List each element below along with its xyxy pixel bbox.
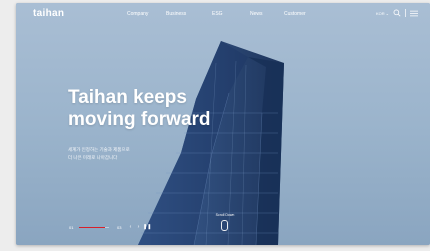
nav-item-company[interactable]: Company <box>127 11 148 17</box>
slider-next-button[interactable]: › <box>135 224 142 231</box>
search-icon[interactable] <box>393 9 401 17</box>
hamburger-menu-icon[interactable] <box>410 10 418 17</box>
slider-total-count: 03 <box>117 225 122 230</box>
slider-current-index: 01 <box>69 225 74 230</box>
chevron-right-icon: › <box>137 224 140 230</box>
taihan-logo[interactable]: taihan <box>33 8 64 19</box>
slider-progress-track <box>79 227 109 228</box>
scroll-down-label: Scroll Down <box>215 213 235 217</box>
slider-pause-button[interactable]: ❚❚ <box>143 224 152 231</box>
hero-headline-line-2: moving forward <box>68 109 211 130</box>
chevron-down-icon: ⌄ <box>385 11 390 16</box>
header-divider <box>405 9 406 17</box>
slider-prev-button[interactable]: ‹ <box>127 224 134 231</box>
scroll-mouse-icon[interactable] <box>221 220 228 231</box>
hero-subtext-line-2: 더 나은 미래로 나아갑니다 <box>68 155 118 160</box>
language-selector[interactable]: KOR⌄ <box>376 11 389 16</box>
nav-item-business[interactable]: Business <box>166 11 186 17</box>
pause-icon: ❚❚ <box>143 224 152 230</box>
hero-headline: Taihan keeps moving forward <box>68 87 211 131</box>
slider-progress-fill <box>79 227 105 228</box>
nav-item-news[interactable]: News <box>250 11 263 17</box>
hero-subtext-line-1: 세계가 인정하는 기술과 제품으로 <box>68 147 130 152</box>
hero-subtext: 세계가 인정하는 기술과 제품으로 더 나은 미래로 나아갑니다 <box>68 146 130 162</box>
top-navigation-bar: taihan Company Business ESG News Custome… <box>16 3 430 25</box>
browser-viewport: taihan Company Business ESG News Custome… <box>16 3 430 245</box>
nav-item-customer[interactable]: Customer <box>284 11 306 17</box>
hero-headline-line-1: Taihan keeps <box>68 87 187 108</box>
language-label: KOR <box>376 11 385 16</box>
nav-item-esg[interactable]: ESG <box>212 11 223 17</box>
chevron-left-icon: ‹ <box>129 224 132 230</box>
